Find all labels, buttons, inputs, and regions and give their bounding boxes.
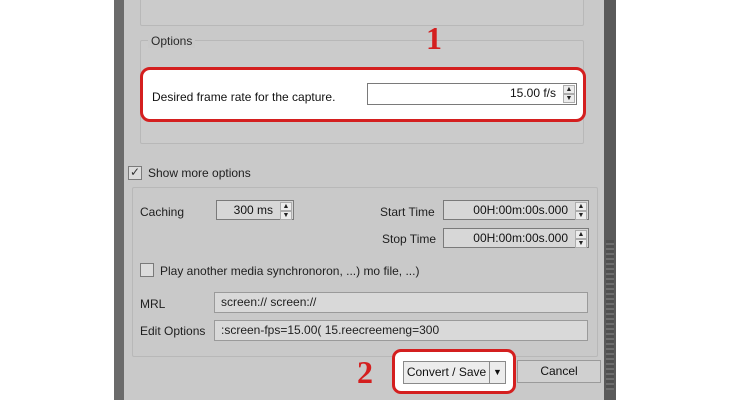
framerate-label: Desired frame rate for the capture. <box>152 90 336 104</box>
start-time-value: 00H:00m:00s.000 <box>473 203 568 217</box>
stop-time-label: Stop Time <box>382 232 437 246</box>
stop-time-spinbox[interactable]: 00H:00m:00s.000 ▲ ▼ <box>443 228 589 248</box>
convert-save-button[interactable]: Convert / Save <box>403 361 490 384</box>
framerate-value: 15.00 f/s <box>509 86 556 100</box>
framerate-highlight: Desired frame rate for the capture. 15.0… <box>140 67 586 122</box>
down-arrow-icon[interactable]: ▼ <box>563 94 575 103</box>
video-texture <box>606 240 614 390</box>
video-strip-left <box>114 0 124 400</box>
step-marker-1: 1 <box>426 20 442 56</box>
up-arrow-icon[interactable]: ▲ <box>575 230 587 239</box>
video-strip-right <box>604 0 616 400</box>
caching-value: 300 ms <box>233 203 273 217</box>
play-another-media-checkbox[interactable] <box>140 263 154 277</box>
background-right <box>616 0 730 400</box>
up-arrow-icon[interactable]: ▲ <box>575 202 587 211</box>
caret-down-icon[interactable]: ▼ <box>490 361 506 384</box>
background-left <box>0 0 114 400</box>
start-time-label: Start Time <box>380 205 435 219</box>
caching-label: Caching <box>140 205 185 219</box>
up-arrow-icon[interactable]: ▲ <box>563 85 575 94</box>
show-more-options-checkbox[interactable] <box>128 165 142 180</box>
up-arrow-icon[interactable]: ▲ <box>280 202 292 211</box>
stop-time-value: 00H:00m:00s.000 <box>473 231 568 245</box>
start-time-spinbox[interactable]: 00H:00m:00s.000 ▲ ▼ <box>443 200 589 220</box>
show-more-options-label: Show more options <box>148 166 251 180</box>
play-another-media-label: Play another media synchronoron, ...) mo… <box>160 264 420 278</box>
framerate-spinbox[interactable]: 15.00 f/s ▲ ▼ <box>367 83 577 105</box>
down-arrow-icon[interactable]: ▼ <box>575 239 587 248</box>
down-arrow-icon[interactable]: ▼ <box>280 211 292 220</box>
options-group-title: Options <box>148 34 196 48</box>
down-arrow-icon[interactable]: ▼ <box>575 211 587 220</box>
caching-spinbox[interactable]: 300 ms ▲ ▼ <box>216 200 294 220</box>
capture-dialog: Show more options Caching 300 ms ▲ ▼ Sta… <box>124 0 604 400</box>
mrl-label: MRL <box>140 297 166 311</box>
cancel-button[interactable]: Cancel <box>517 360 601 383</box>
convert-save-highlight: Convert / Save ▼ <box>392 349 516 394</box>
edit-options-field[interactable]: :screen-fps=15.00( 15.reecreemeng=300 <box>214 320 588 341</box>
step-marker-2: 2 <box>357 354 373 390</box>
edit-options-label: Edit Options <box>140 324 206 338</box>
top-settings-group <box>140 0 584 26</box>
mrl-field[interactable]: screen:// screen:// <box>214 292 588 313</box>
